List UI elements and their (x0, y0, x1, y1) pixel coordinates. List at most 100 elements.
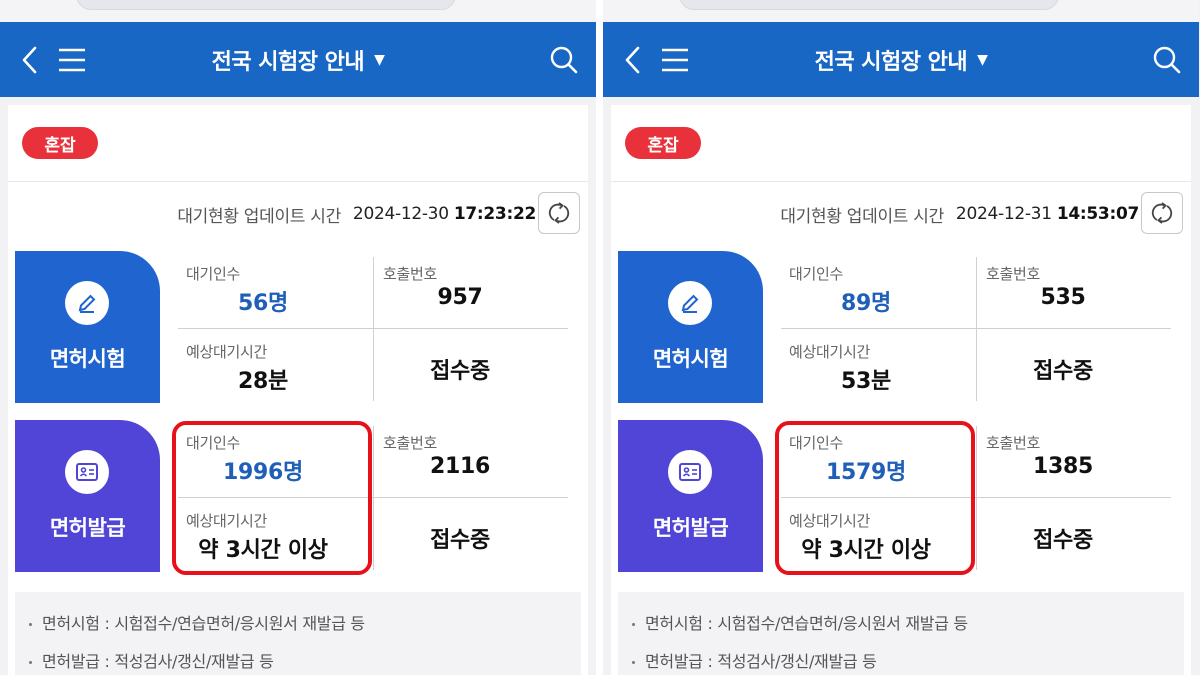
call-number-label: 호출번호 (383, 434, 438, 452)
exam-waiting-count: 89명 (841, 291, 891, 316)
note-item: 면허시험 : 시험접수/연습면허/응시원서 재발급 등 (29, 610, 365, 634)
exam-waiting-count-cell: 대기인수 56명 (168, 251, 358, 327)
issue-call-number-cell: 호출번호 2116 (365, 420, 555, 496)
issue-grid-vline (373, 426, 374, 570)
update-timestamp: 2024-12-30 17:23:22 (353, 204, 536, 224)
exam-expected-wait: 28분 (238, 369, 288, 394)
address-bar[interactable] (679, 0, 1059, 10)
page-title-dropdown[interactable]: 전국 시험장 안내 ▼ (603, 22, 1199, 97)
exam-call-number-cell: 호출번호 535 (968, 251, 1158, 327)
note-text: 면허시험 : 시험접수/연습면허/응시원서 재발급 등 (645, 614, 968, 633)
panel-divider (596, 0, 603, 675)
bullet-dot (29, 661, 32, 664)
issue-status: 접수중 (430, 528, 490, 553)
call-number-label: 호출번호 (383, 265, 438, 283)
update-timestamp: 2024-12-31 14:53:07 (956, 204, 1139, 224)
congestion-badge: 혼잡 (22, 127, 98, 159)
caret-down-icon: ▼ (374, 51, 385, 68)
exam-icon-circle (65, 281, 109, 325)
page-title: 전국 시험장 안내 (211, 49, 365, 75)
exam-site-card: 혼잡 대기현황 업데이트 시간 2024-12-31 14:53:07 면허시험… (611, 105, 1191, 675)
id-card-icon (679, 463, 701, 481)
pencil-icon (78, 294, 96, 313)
exam-site-card: 혼잡 대기현황 업데이트 시간 2024-12-30 17:23:22 면허시험… (8, 105, 588, 675)
exam-waiting-count-cell: 대기인수 89명 (771, 251, 961, 327)
bullet-dot (632, 661, 635, 664)
exam-status: 접수중 (1033, 359, 1093, 384)
expected-wait-label: 예상대기시간 (186, 343, 268, 361)
search-icon (1153, 46, 1181, 73)
address-bar[interactable] (76, 0, 456, 10)
refresh-icon (1151, 202, 1173, 224)
update-clock: 14:53:07 (1056, 204, 1139, 224)
update-date: 2024-12-30 (352, 204, 449, 224)
caret-down-icon: ▼ (977, 51, 988, 68)
screenshot-panel-left: 전국 시험장 안내 ▼ 혼잡 대기현황 업데이트 시간 2024-12-30 17… (0, 0, 596, 675)
update-time-row: 대기현황 업데이트 시간 2024-12-31 14:53:07 (611, 192, 1191, 236)
status-row: 혼잡 (8, 105, 588, 182)
exam-icon-circle (668, 281, 712, 325)
search-button[interactable] (542, 22, 586, 97)
update-time-row: 대기현황 업데이트 시간 2024-12-30 17:23:22 (8, 192, 588, 236)
update-time-label: 대기현황 업데이트 시간 (780, 206, 944, 227)
page-title-dropdown[interactable]: 전국 시험장 안내 ▼ (0, 22, 596, 97)
id-card-icon (76, 463, 98, 481)
update-date: 2024-12-31 (955, 204, 1052, 224)
service-notes: 면허시험 : 시험접수/연습면허/응시원서 재발급 등 면허발급 : 적성검사/… (618, 592, 1184, 675)
exam-call-number: 957 (437, 285, 483, 310)
note-item: 면허발급 : 적성검사/갱신/재발급 등 (29, 648, 274, 672)
exam-status-cell: 접수중 (365, 329, 555, 405)
note-text: 면허시험 : 시험접수/연습면허/응시원서 재발급 등 (42, 614, 365, 633)
page-title: 전국 시험장 안내 (814, 49, 968, 75)
expected-wait-label: 예상대기시간 (789, 343, 871, 361)
issue-status-cell: 접수중 (365, 498, 555, 574)
issue-service-tile[interactable]: 면허발급 (15, 420, 160, 572)
waiting-count-label: 대기인수 (789, 265, 844, 283)
exam-service-label: 면허시험 (49, 347, 126, 371)
exam-call-number-cell: 호출번호 957 (365, 251, 555, 327)
exam-grid-vline (976, 257, 977, 401)
app-header: 전국 시험장 안내 ▼ (603, 22, 1199, 97)
status-row: 혼잡 (611, 105, 1191, 182)
exam-service-label: 면허시험 (652, 347, 729, 371)
note-text: 면허발급 : 적성검사/갱신/재발급 등 (645, 652, 877, 671)
issue-status: 접수중 (1033, 528, 1093, 553)
exam-service-tile[interactable]: 면허시험 (15, 251, 160, 403)
exam-expected-wait: 53분 (841, 369, 891, 394)
note-item: 면허시험 : 시험접수/연습면허/응시원서 재발급 등 (632, 610, 968, 634)
call-number-label: 호출번호 (986, 265, 1041, 283)
search-button[interactable] (1145, 22, 1189, 97)
exam-expected-wait-cell: 예상대기시간 53분 (771, 329, 961, 405)
exam-grid-vline (373, 257, 374, 401)
refresh-button[interactable] (1141, 192, 1183, 234)
note-item: 면허발급 : 적성검사/갱신/재발급 등 (632, 648, 877, 672)
browser-top-strip (0, 0, 596, 22)
issue-call-number-cell: 호출번호 1385 (968, 420, 1158, 496)
bullet-dot (29, 623, 32, 626)
update-clock: 17:23:22 (453, 204, 536, 224)
search-icon (550, 46, 578, 73)
issue-icon-circle (65, 450, 109, 494)
issue-service-label: 면허발급 (652, 516, 729, 540)
call-number-label: 호출번호 (986, 434, 1041, 452)
pencil-icon (681, 294, 699, 313)
highlight-annotation (172, 421, 372, 575)
congestion-badge: 혼잡 (625, 127, 701, 159)
exam-call-number: 535 (1040, 285, 1086, 310)
exam-status-cell: 접수중 (968, 329, 1158, 405)
note-text: 면허발급 : 적성검사/갱신/재발급 등 (42, 652, 274, 671)
issue-call-number: 2116 (429, 454, 491, 479)
issue-icon-circle (668, 450, 712, 494)
refresh-button[interactable] (538, 192, 580, 234)
exam-waiting-count: 56명 (238, 291, 288, 316)
exam-expected-wait-cell: 예상대기시간 28분 (168, 329, 358, 405)
service-notes: 면허시험 : 시험접수/연습면허/응시원서 재발급 등 면허발급 : 적성검사/… (15, 592, 581, 675)
issue-service-tile[interactable]: 면허발급 (618, 420, 763, 572)
refresh-icon (548, 202, 570, 224)
screenshot-panel-right: 전국 시험장 안내 ▼ 혼잡 대기현황 업데이트 시간 2024-12-31 14… (603, 0, 1199, 675)
issue-grid-vline (976, 426, 977, 570)
exam-service-tile[interactable]: 면허시험 (618, 251, 763, 403)
update-time-label: 대기현황 업데이트 시간 (177, 206, 341, 227)
highlight-annotation (775, 421, 975, 575)
bullet-dot (632, 623, 635, 626)
